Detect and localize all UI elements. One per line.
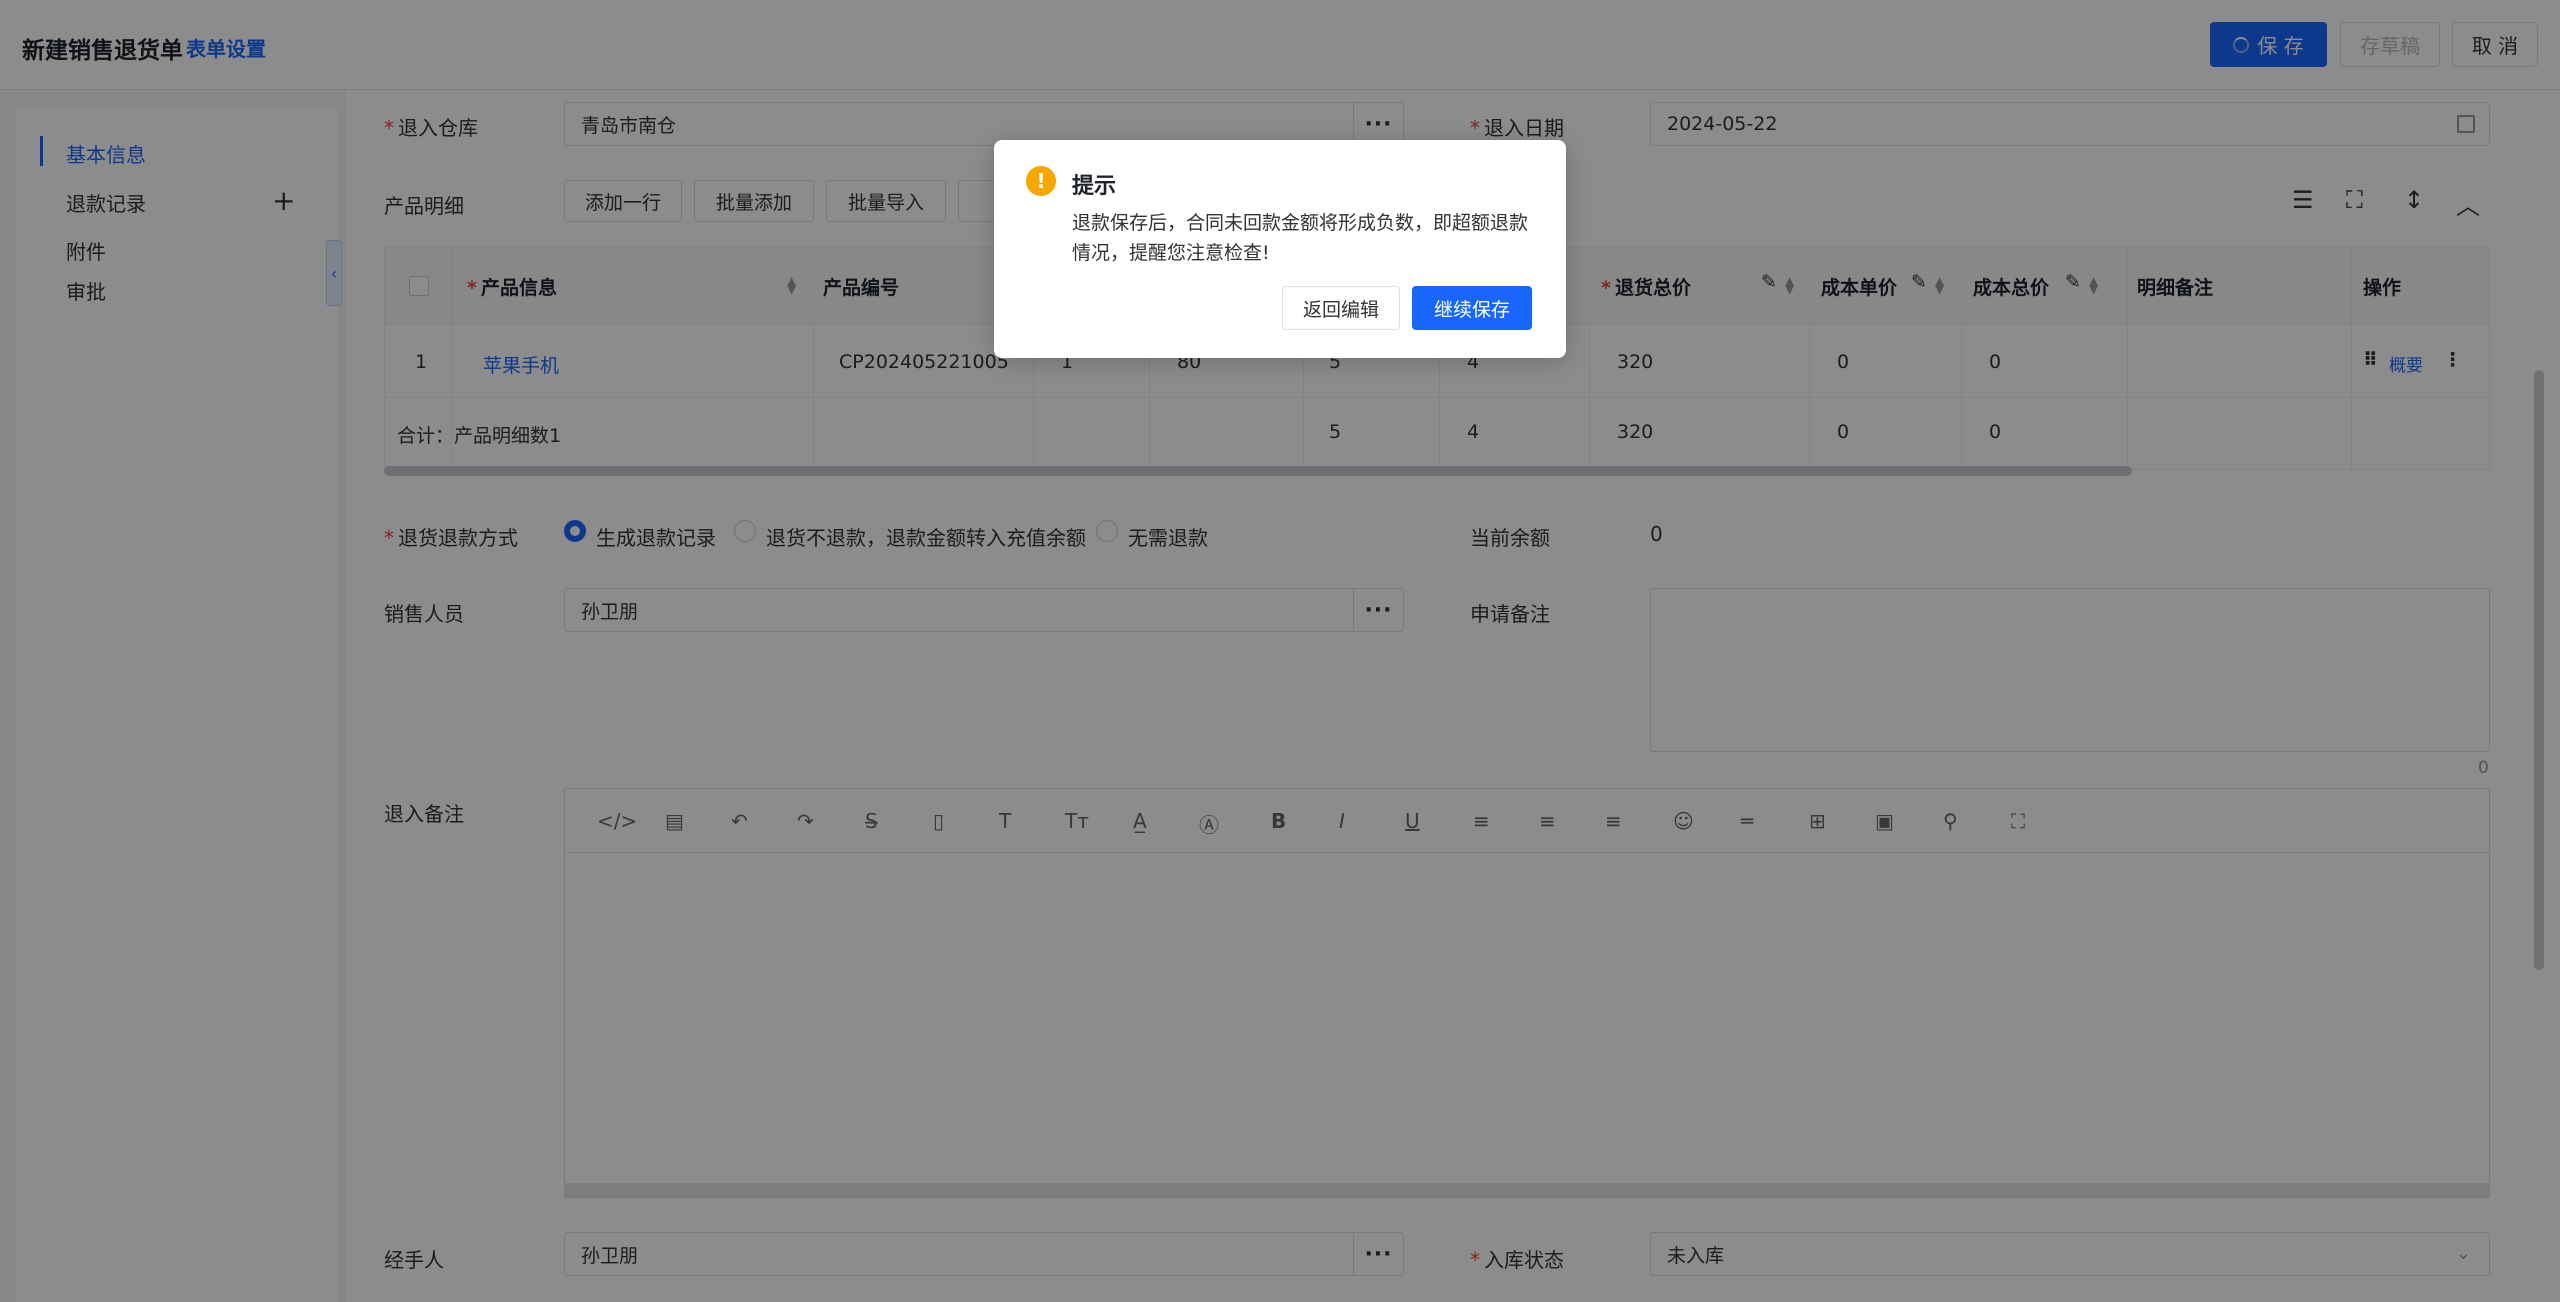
dialog-message: 退款保存后，合同未回款金额将形成负数，即超额退款情况，提醒您注意检查! (1072, 212, 1529, 264)
back-to-edit-button[interactable]: 返回编辑 (1282, 286, 1400, 330)
warning-icon: ! (1026, 166, 1056, 196)
continue-save-button[interactable]: 继续保存 (1412, 286, 1532, 330)
confirm-dialog: ! 提示 退款保存后，合同未回款金额将形成负数，即超额退款情况，提醒您注意检查!… (994, 140, 1566, 358)
dialog-title: 提示 (1072, 174, 1117, 199)
